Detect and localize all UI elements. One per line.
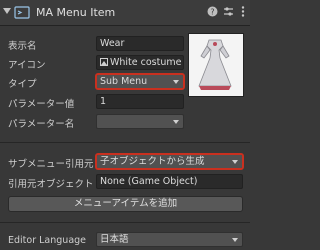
parameter-value-input[interactable]: 1 [96, 94, 184, 109]
chevron-down-icon [232, 238, 238, 242]
submenu-source-label: サブメニュー引用元 [8, 159, 94, 170]
component-header: MA Menu Item ? [0, 0, 250, 26]
parameter-value-label: パラメーター値 [8, 99, 75, 110]
help-icon[interactable]: ? [206, 6, 218, 18]
svg-text:?: ? [210, 7, 214, 16]
dress-preview-icon [198, 39, 232, 90]
type-label: タイプ [8, 79, 37, 90]
icon-object-value: White costume [110, 57, 182, 68]
type-dropdown[interactable]: Sub Menu [95, 73, 185, 90]
section-divider [0, 142, 250, 143]
chevron-down-icon [232, 160, 238, 164]
sliders-icon[interactable] [222, 6, 234, 18]
submenu-source-value: 子オブジェクトから生成 [100, 156, 205, 167]
type-value: Sub Menu [100, 76, 148, 87]
component-title: MA Menu Item [36, 6, 116, 19]
script-icon [14, 6, 30, 19]
display-name-label: 表示名 [8, 41, 37, 52]
submenu-source-dropdown[interactable]: 子オブジェクトから生成 [95, 153, 244, 170]
chevron-down-icon [173, 80, 179, 84]
editor-language-dropdown[interactable]: 日本語 [96, 232, 243, 247]
add-menu-item-button[interactable]: メニューアイテムを追加 [8, 196, 243, 212]
icon-preview-image [188, 33, 244, 97]
section-divider [0, 222, 250, 223]
chevron-down-icon [173, 120, 179, 124]
source-object-label: 引用元オブジェクト [8, 179, 94, 190]
collapse-caret-icon[interactable] [3, 8, 11, 14]
source-object-field[interactable]: None (Game Object) [96, 174, 243, 189]
texture-icon [100, 58, 108, 66]
icon-label: アイコン [8, 60, 46, 71]
icon-object-field[interactable]: White costume [96, 55, 184, 70]
editor-language-value: 日本語 [100, 234, 129, 245]
more-vert-icon[interactable] [237, 6, 249, 18]
parameter-name-label: パラメーター名 [8, 119, 75, 130]
parameter-name-dropdown[interactable] [96, 114, 184, 129]
editor-language-label: Editor Language [8, 235, 87, 246]
display-name-input[interactable]: Wear [96, 36, 184, 51]
